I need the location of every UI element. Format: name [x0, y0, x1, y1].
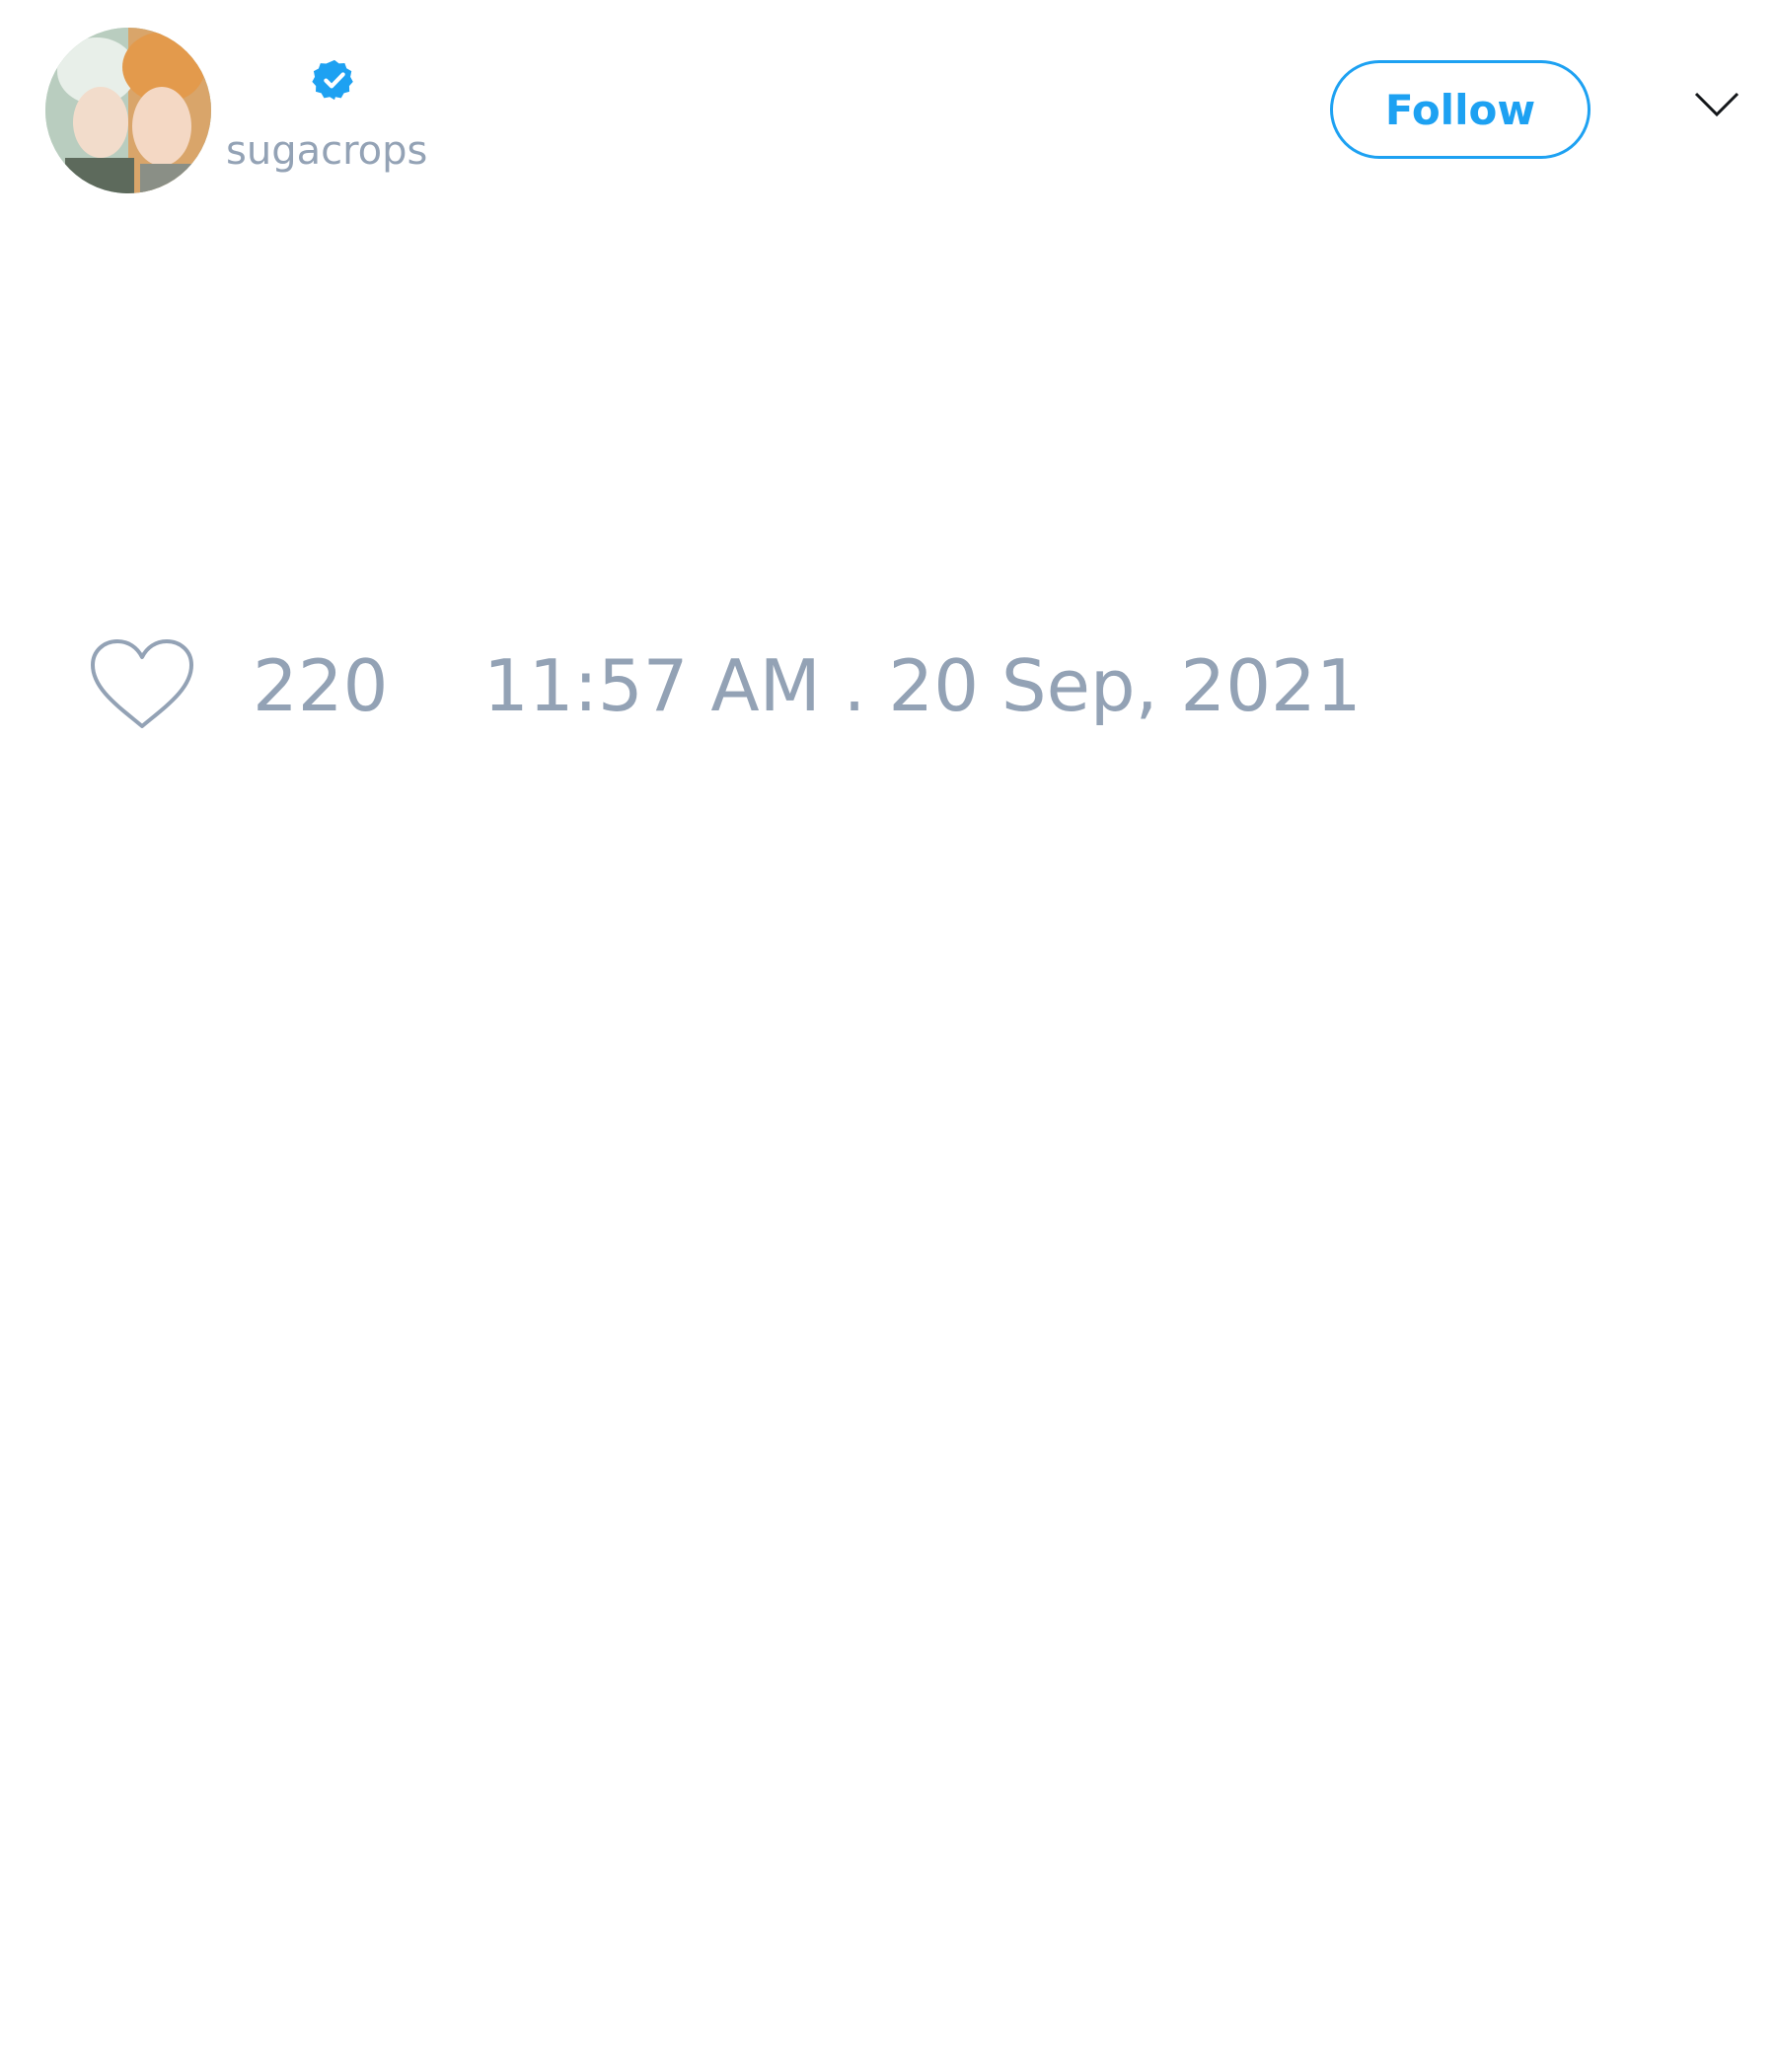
user-handle[interactable]: sugacrops [226, 126, 427, 176]
timestamp[interactable]: 11:57 AM . 20 Sep, 2021 [483, 641, 1362, 730]
chevron-down-icon[interactable] [1693, 89, 1740, 120]
follow-button[interactable]: Follow [1330, 60, 1591, 159]
heart-icon[interactable] [89, 637, 195, 732]
verified-badge-icon [312, 59, 353, 101]
tweet-card: sugacrops Follow 220 11:57 AM . 20 Sep, … [0, 0, 1776, 2072]
avatar-photo [45, 28, 211, 193]
avatar[interactable] [45, 28, 211, 193]
like-count: 220 [253, 644, 389, 727]
